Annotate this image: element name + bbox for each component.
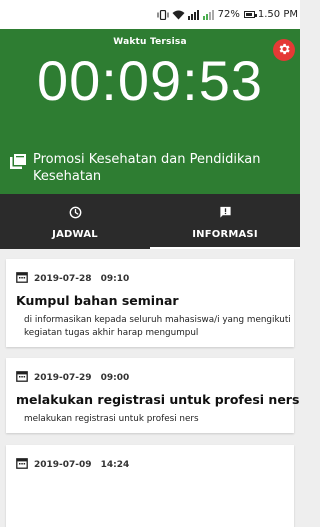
tab-informasi-label: INFORMASI	[192, 228, 258, 240]
countdown-panel: Waktu Tersisa 00:09:53 Promosi Kesehatan…	[0, 29, 300, 194]
countdown-timer: 00:09:53	[37, 49, 263, 112]
announcement-icon	[219, 204, 232, 223]
announcement-card[interactable]: 2019-07-28 09:10 Kumpul bahan seminar di…	[6, 259, 294, 347]
status-bar: 72% 1.50 PM	[0, 0, 300, 29]
announcement-time: 14:24	[100, 459, 130, 470]
announcement-date-row: 2019-07-29 09:00	[16, 370, 129, 385]
announcement-card[interactable]: 2019-07-09 14:24	[6, 445, 294, 527]
announcement-date-row: 2019-07-09 14:24	[16, 457, 129, 472]
tab-informasi[interactable]: INFORMASI	[150, 194, 300, 249]
announcement-body: di informasikan kepada seluruh mahasiswa…	[24, 315, 291, 338]
battery-icon	[243, 11, 257, 18]
announcement-body: melakukan registrasi untuk profesi ners	[24, 414, 199, 424]
announcement-time: 09:10	[100, 273, 130, 284]
announcement-date-row: 2019-07-28 09:10	[16, 271, 129, 286]
tab-jadwal[interactable]: JADWAL	[0, 194, 150, 249]
tab-bar: JADWAL INFORMASI	[0, 194, 300, 249]
course-title: Promosi Kesehatan dan Pendidikan Kesehat…	[33, 152, 261, 184]
clock-time: 1.50 PM	[257, 9, 298, 20]
wifi-icon	[172, 10, 185, 20]
course-heading: Promosi Kesehatan dan Pendidikan Kesehat…	[10, 151, 293, 185]
signal-2-icon	[202, 9, 215, 20]
announcement-card[interactable]: 2019-07-29 09:00 melakukan registrasi un…	[6, 358, 299, 433]
clock-icon	[69, 204, 82, 223]
announcement-date: 2019-07-29	[34, 372, 92, 383]
announcement-title: Kumpul bahan seminar	[16, 293, 179, 308]
vibrate-icon	[157, 9, 169, 20]
announcement-date: 2019-07-09	[34, 459, 92, 470]
announcement-date: 2019-07-28	[34, 273, 92, 284]
calendar-icon	[16, 457, 28, 472]
signal-icon	[187, 9, 200, 20]
announcement-title: melakukan registrasi untuk profesi ners	[16, 392, 300, 407]
announcement-time: 09:00	[100, 372, 130, 383]
library-books-icon	[10, 154, 26, 173]
calendar-icon	[16, 271, 28, 286]
time-remaining-label: Waktu Tersisa	[113, 37, 187, 47]
tab-jadwal-label: JADWAL	[52, 228, 98, 240]
battery-percent: 72%	[217, 9, 240, 20]
calendar-icon	[16, 370, 28, 385]
